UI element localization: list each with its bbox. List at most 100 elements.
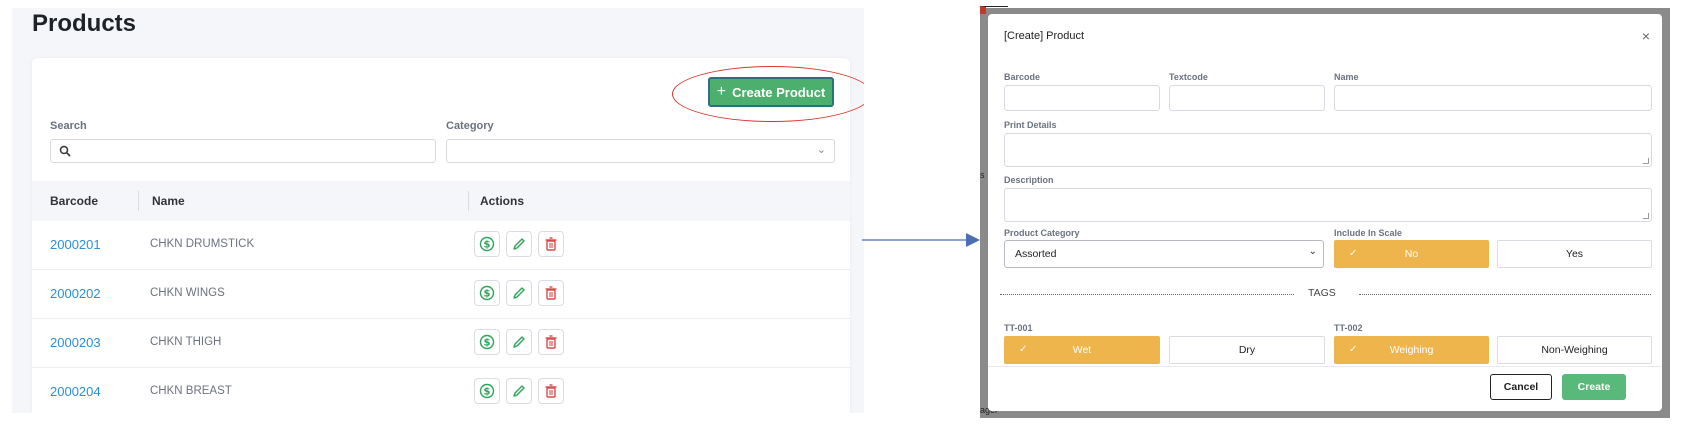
- edit-button[interactable]: [506, 378, 532, 404]
- include-in-scale-yes-toggle[interactable]: Yes: [1497, 240, 1652, 268]
- background-fragment: [980, 6, 1008, 14]
- svg-text:$: $: [484, 240, 491, 251]
- textcode-label: Textcode: [1169, 72, 1208, 82]
- tag-weighing-toggle[interactable]: ✓ Weighing: [1334, 336, 1489, 364]
- products-page: Products + Create Product Search Categor…: [12, 8, 864, 413]
- trash-icon: [543, 285, 559, 301]
- toggle-label: Wet: [1072, 344, 1092, 356]
- category-select[interactable]: ⌄: [446, 139, 835, 163]
- name-label: Name: [1334, 72, 1359, 82]
- dollar-icon: $: [479, 383, 495, 399]
- create-product-button[interactable]: + Create Product: [708, 77, 834, 107]
- product-category-select[interactable]: Assorted ⌄: [1004, 240, 1324, 268]
- barcode-link[interactable]: 2000201: [50, 237, 101, 252]
- dialog-title: [Create] Product: [1004, 30, 1085, 42]
- table-header: Barcode Name Actions: [32, 181, 850, 221]
- plus-icon: +: [716, 83, 727, 100]
- include-in-scale-label: Include In Scale: [1334, 228, 1403, 238]
- category-label: Category: [446, 120, 494, 132]
- search-icon: [59, 145, 71, 157]
- print-details-label: Print Details: [1004, 120, 1057, 130]
- toggle-label: Non-Weighing: [1541, 344, 1608, 356]
- toggle-label: Weighing: [1389, 344, 1434, 356]
- dollar-icon: $: [479, 285, 495, 301]
- product-name: CHKN DRUMSTICK: [150, 238, 255, 250]
- toggle-label: Dry: [1238, 344, 1256, 356]
- price-button[interactable]: $: [474, 378, 500, 404]
- check-icon: ✓: [1349, 344, 1358, 355]
- barcode-link[interactable]: 2000204: [50, 384, 101, 399]
- tag-non-weighing-toggle[interactable]: Non-Weighing: [1497, 336, 1652, 364]
- tags-divider: [1000, 294, 1294, 295]
- name-field[interactable]: [1334, 85, 1652, 111]
- chevron-down-icon: ⌄: [816, 144, 826, 156]
- search-input[interactable]: [50, 139, 436, 163]
- barcode-link[interactable]: 2000202: [50, 286, 101, 301]
- composite-stage: Products + Create Product Search Categor…: [0, 0, 1684, 426]
- pencil-icon: [511, 285, 527, 301]
- check-icon: ✓: [1349, 248, 1358, 259]
- table-row: 2000204 CHKN BREAST $: [32, 368, 850, 413]
- product-name: CHKN WINGS: [150, 287, 225, 299]
- cancel-button[interactable]: Cancel: [1490, 374, 1552, 400]
- toggle-label: No: [1404, 248, 1419, 260]
- svg-text:$: $: [484, 338, 491, 349]
- background-fragment: s: [980, 170, 985, 180]
- svg-text:$: $: [484, 289, 491, 300]
- table-row: 2000203 CHKN THIGH $: [32, 319, 850, 368]
- print-details-field[interactable]: [1004, 133, 1652, 167]
- chevron-down-icon: ⌄: [1308, 246, 1317, 257]
- column-separator: [468, 191, 469, 211]
- products-card: + Create Product Search Category ⌄ Barco…: [32, 58, 864, 413]
- dollar-icon: $: [479, 236, 495, 252]
- table-row: 2000201 CHKN DRUMSTICK $: [32, 221, 850, 270]
- svg-text:$: $: [484, 387, 491, 398]
- product-category-value: Assorted: [1015, 248, 1057, 260]
- tag-group-label: TT-002: [1334, 323, 1363, 333]
- price-button[interactable]: $: [474, 329, 500, 355]
- column-separator: [138, 191, 139, 211]
- price-button[interactable]: $: [474, 280, 500, 306]
- dialog-footer-divider: [988, 366, 1662, 367]
- edit-button[interactable]: [506, 231, 532, 257]
- dialog-backdrop: s ager [Create] Product × Barcode Textco…: [980, 6, 1670, 418]
- tag-group-label: TT-001: [1004, 323, 1033, 333]
- include-in-scale-no-toggle[interactable]: ✓ No: [1334, 240, 1489, 268]
- column-header-name: Name: [152, 194, 185, 208]
- tag-wet-toggle[interactable]: ✓ Wet: [1004, 336, 1160, 364]
- check-icon: ✓: [1019, 344, 1028, 355]
- toggle-label: Yes: [1565, 248, 1584, 260]
- textcode-field[interactable]: [1169, 85, 1325, 111]
- create-product-dialog: [Create] Product × Barcode Textcode Name…: [988, 14, 1662, 411]
- barcode-link[interactable]: 2000203: [50, 335, 101, 350]
- close-icon[interactable]: ×: [1642, 28, 1650, 44]
- product-name: CHKN BREAST: [150, 385, 232, 397]
- pencil-icon: [511, 236, 527, 252]
- tag-dry-toggle[interactable]: Dry: [1169, 336, 1325, 364]
- product-category-label: Product Category: [1004, 228, 1080, 238]
- column-header-actions: Actions: [480, 194, 525, 208]
- delete-button[interactable]: [538, 280, 564, 306]
- delete-button[interactable]: [538, 231, 564, 257]
- create-button[interactable]: Create: [1562, 374, 1626, 400]
- barcode-field[interactable]: [1004, 85, 1160, 111]
- trash-icon: [543, 383, 559, 399]
- description-field[interactable]: [1004, 188, 1652, 222]
- product-name: CHKN THIGH: [150, 336, 222, 348]
- trash-icon: [543, 334, 559, 350]
- trash-icon: [543, 236, 559, 252]
- table-row: 2000202 CHKN WINGS $: [32, 270, 850, 319]
- barcode-label: Barcode: [1004, 72, 1041, 82]
- delete-button[interactable]: [538, 378, 564, 404]
- column-header-barcode: Barcode: [50, 194, 99, 208]
- tags-divider: [1359, 294, 1651, 295]
- dollar-icon: $: [479, 334, 495, 350]
- page-title: Products: [32, 10, 137, 37]
- search-label: Search: [50, 120, 87, 132]
- delete-button[interactable]: [538, 329, 564, 355]
- connector-arrow-icon: [862, 233, 980, 247]
- price-button[interactable]: $: [474, 231, 500, 257]
- tags-title: TAGS: [1308, 287, 1336, 299]
- edit-button[interactable]: [506, 280, 532, 306]
- edit-button[interactable]: [506, 329, 532, 355]
